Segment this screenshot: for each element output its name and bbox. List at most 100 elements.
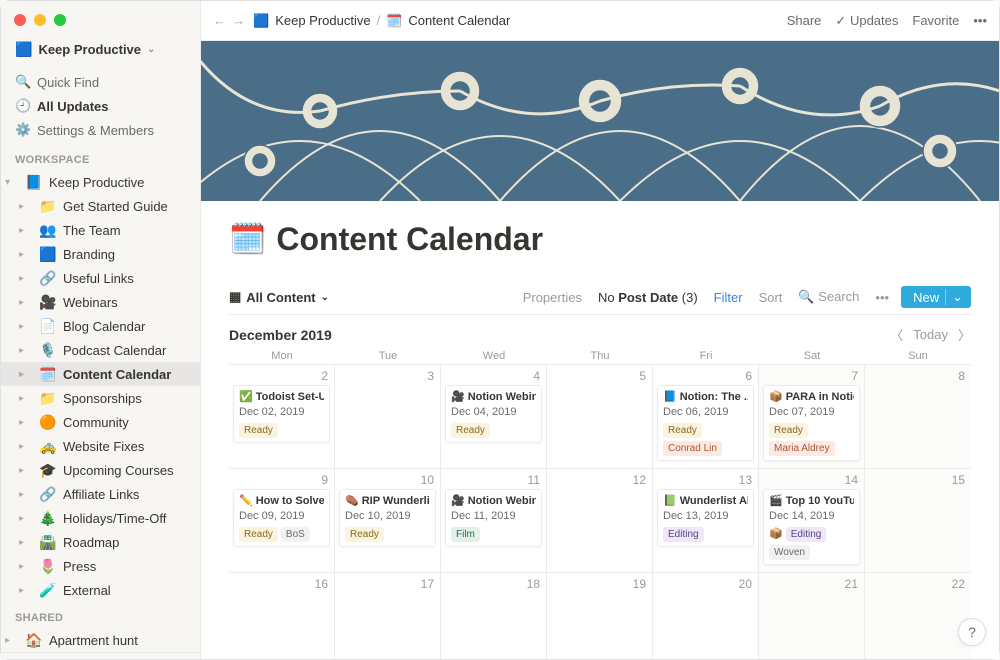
page-title[interactable]: 🗓️ Content Calendar xyxy=(229,221,971,258)
calendar-event[interactable]: ✏️How to Solve... Dec 09, 2019 ReadyBoS xyxy=(233,489,330,547)
new-page-button[interactable]: ＋ New Page xyxy=(1,652,200,659)
calendar-cell[interactable]: 14🎬Top 10 YouTu... Dec 14, 2019 📦 Editin… xyxy=(759,469,865,573)
nav-back[interactable]: ← xyxy=(213,13,226,28)
caret-right-icon[interactable]: ▸ xyxy=(19,321,33,332)
sidebar-item[interactable]: ▸ 🚕 Website Fixes xyxy=(1,434,200,458)
calendar-cell[interactable]: 9✏️How to Solve... Dec 09, 2019 ReadyBoS xyxy=(229,469,335,573)
more-icon[interactable]: ••• xyxy=(973,13,987,28)
cal-today[interactable]: Today xyxy=(913,327,948,342)
caret-right-icon[interactable]: ▸ xyxy=(19,225,33,236)
search-button[interactable]: 🔍 Search xyxy=(794,287,863,307)
caret-right-icon[interactable]: ▸ xyxy=(19,369,33,380)
sidebar-item[interactable]: ▸ 📁 Get Started Guide xyxy=(1,194,200,218)
calendar-event[interactable]: ✅Todoist Set-Up Dec 02, 2019 Ready xyxy=(233,385,330,443)
caret-right-icon[interactable]: ▸ xyxy=(19,417,33,428)
sidebar-item[interactable]: ▸ 🛣️ Roadmap xyxy=(1,530,200,554)
calendar-cell[interactable]: 17 xyxy=(335,573,441,659)
calendar-cell[interactable]: 15 xyxy=(865,469,971,573)
breadcrumb-page[interactable]: Content Calendar xyxy=(408,13,510,28)
window-minimize[interactable] xyxy=(34,14,46,26)
view-selector[interactable]: ▦ All Content ⌄ xyxy=(229,289,329,305)
calendar-cell[interactable]: 8 xyxy=(865,365,971,469)
nav-forward[interactable]: → xyxy=(232,13,245,28)
calendar-event[interactable]: 📦PARA in Notion Dec 07, 2019 ReadyMaria … xyxy=(763,385,860,461)
properties-button[interactable]: Properties xyxy=(519,288,586,307)
sidebar-item[interactable]: ▸ 🔗 Affiliate Links xyxy=(1,482,200,506)
caret-right-icon[interactable]: ▸ xyxy=(19,273,33,284)
sidebar-item[interactable]: ▸ 🎥 Webinars xyxy=(1,290,200,314)
filter-button[interactable]: Filter xyxy=(710,288,747,307)
calendar-cell[interactable]: 10⚰️RIP Wunderli... Dec 10, 2019 Ready xyxy=(335,469,441,573)
caret-right-icon[interactable]: ▸ xyxy=(19,465,33,476)
sidebar-item[interactable]: ▸ 🟠 Community xyxy=(1,410,200,434)
sidebar-root[interactable]: ▾ 📘 Keep Productive xyxy=(1,170,200,194)
window-maximize[interactable] xyxy=(54,14,66,26)
sidebar-shared-item[interactable]: ▸ 🏠 Apartment hunt xyxy=(1,628,200,652)
sidebar-item[interactable]: ▸ 🧪 External xyxy=(1,578,200,602)
caret-right-icon[interactable]: ▸ xyxy=(19,345,33,356)
sidebar-item[interactable]: ▸ 🗓️ Content Calendar xyxy=(1,362,200,386)
caret-right-icon[interactable]: ▸ xyxy=(19,585,33,596)
page-icon[interactable]: 🗓️ xyxy=(229,222,266,257)
caret-right-icon[interactable]: ▸ xyxy=(19,297,33,308)
sidebar-item[interactable]: ▸ 👥 The Team xyxy=(1,218,200,242)
caret-down-icon[interactable]: ▾ xyxy=(5,177,19,188)
updates-button[interactable]: ✓ Updates xyxy=(835,13,898,29)
caret-right-icon[interactable]: ▸ xyxy=(19,249,33,260)
sidebar-item[interactable]: ▸ 📄 Blog Calendar xyxy=(1,314,200,338)
favorite-button[interactable]: Favorite xyxy=(912,13,959,28)
cal-prev[interactable]: 〈 xyxy=(890,325,903,344)
new-button[interactable]: New ⌄ xyxy=(901,286,971,308)
calendar-event[interactable]: 📗Wunderlist Al... Dec 13, 2019 Editing xyxy=(657,489,754,547)
calendar-event[interactable]: 🎬Top 10 YouTu... Dec 14, 2019 📦 EditingW… xyxy=(763,489,860,565)
calendar-event[interactable]: 📘Notion: The ... Dec 06, 2019 ReadyConra… xyxy=(657,385,754,461)
caret-right-icon[interactable]: ▸ xyxy=(19,393,33,404)
caret-right-icon[interactable]: ▸ xyxy=(19,201,33,212)
calendar-cell[interactable]: 2✅Todoist Set-Up Dec 02, 2019 Ready xyxy=(229,365,335,469)
calendar-cell[interactable]: 22 xyxy=(865,573,971,659)
calendar-cell[interactable]: 20 xyxy=(653,573,759,659)
calendar-cell[interactable]: 3 xyxy=(335,365,441,469)
caret-right-icon[interactable]: ▸ xyxy=(19,441,33,452)
calendar-cell[interactable]: 16 xyxy=(229,573,335,659)
caret-right-icon[interactable]: ▸ xyxy=(19,513,33,524)
sidebar-item[interactable]: ▸ 🎄 Holidays/Time-Off xyxy=(1,506,200,530)
calendar-cell[interactable]: 21 xyxy=(759,573,865,659)
caret-right-icon[interactable]: ▸ xyxy=(19,561,33,572)
calendar-event[interactable]: 🎥Notion Webin... Dec 11, 2019 Film xyxy=(445,489,542,547)
share-button[interactable]: Share xyxy=(787,13,822,28)
cal-next[interactable]: 〉 xyxy=(958,325,971,344)
window-close[interactable] xyxy=(14,14,26,26)
calendar-cell[interactable]: 11🎥Notion Webin... Dec 11, 2019 Film xyxy=(441,469,547,573)
no-post-date[interactable]: No Post Date (3) xyxy=(594,288,702,307)
calendar-cell[interactable]: 12 xyxy=(547,469,653,573)
chevron-down-icon[interactable]: ⌄ xyxy=(945,289,963,305)
calendar-cell[interactable]: 18 xyxy=(441,573,547,659)
cover-image[interactable] xyxy=(201,41,999,201)
quick-find[interactable]: 🔍 Quick Find xyxy=(1,70,200,94)
sidebar-item[interactable]: ▸ 🔗 Useful Links xyxy=(1,266,200,290)
sidebar-item[interactable]: ▸ 🎙️ Podcast Calendar xyxy=(1,338,200,362)
calendar-cell[interactable]: 5 xyxy=(547,365,653,469)
caret-right-icon[interactable]: ▸ xyxy=(19,537,33,548)
breadcrumb[interactable]: 🟦 Keep Productive / 🗓️ Content Calendar xyxy=(253,13,510,29)
help-button[interactable]: ? xyxy=(958,618,986,646)
calendar-event[interactable]: ⚰️RIP Wunderli... Dec 10, 2019 Ready xyxy=(339,489,436,547)
sidebar-item[interactable]: ▸ 🌷 Press xyxy=(1,554,200,578)
calendar-cell[interactable]: 7📦PARA in Notion Dec 07, 2019 ReadyMaria… xyxy=(759,365,865,469)
calendar-cell[interactable]: 4🎥Notion Webin... Dec 04, 2019 Ready xyxy=(441,365,547,469)
calendar-cell[interactable]: 13📗Wunderlist Al... Dec 13, 2019 Editing xyxy=(653,469,759,573)
calendar-cell[interactable]: 6📘Notion: The ... Dec 06, 2019 ReadyConr… xyxy=(653,365,759,469)
sidebar-item[interactable]: ▸ 🟦 Branding xyxy=(1,242,200,266)
settings-members[interactable]: ⚙️ Settings & Members xyxy=(1,118,200,142)
calendar-event[interactable]: 🎥Notion Webin... Dec 04, 2019 Ready xyxy=(445,385,542,443)
sort-button[interactable]: Sort xyxy=(755,288,787,307)
sidebar-item[interactable]: ▸ 📁 Sponsorships xyxy=(1,386,200,410)
calendar-cell[interactable]: 19 xyxy=(547,573,653,659)
sidebar-item[interactable]: ▸ 🎓 Upcoming Courses xyxy=(1,458,200,482)
caret-right-icon[interactable]: ▸ xyxy=(5,635,19,646)
caret-right-icon[interactable]: ▸ xyxy=(19,489,33,500)
more-options[interactable]: ••• xyxy=(871,288,893,307)
all-updates[interactable]: 🕘 All Updates xyxy=(1,94,200,118)
workspace-switcher[interactable]: 🟦 Keep Productive ⌄ xyxy=(1,37,200,68)
